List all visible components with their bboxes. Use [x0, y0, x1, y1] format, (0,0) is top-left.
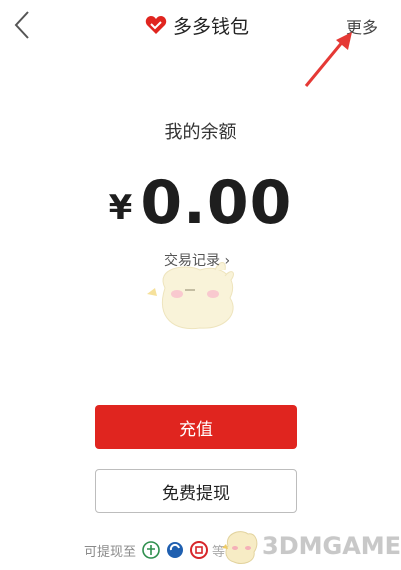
- transaction-records-link[interactable]: 交易记录 ›: [164, 250, 230, 270]
- site-watermark: 3DMGAME: [222, 526, 401, 566]
- balance-amount-display: ¥ 0.00: [0, 168, 401, 238]
- balance-amount: 0.00: [140, 168, 293, 238]
- recharge-button[interactable]: 充值: [95, 405, 297, 449]
- icbc-bank-icon: [190, 541, 209, 559]
- free-withdraw-button[interactable]: 免费提现: [95, 469, 297, 513]
- balance-label: 我的余额: [164, 122, 237, 143]
- watermark-mascot-icon: [222, 531, 258, 565]
- withdraw-to-label: 可提现至: [84, 544, 137, 560]
- chevron-left-icon: [14, 11, 29, 39]
- back-button[interactable]: [8, 8, 40, 42]
- watermark-text: 3DMGAME: [262, 532, 401, 560]
- red-heart-icon: [145, 16, 167, 34]
- page-title: 多多钱包: [173, 15, 250, 38]
- withdraw-destination-info: 可提现至 等2: [84, 538, 233, 562]
- wallet-title: 多多钱包: [145, 12, 249, 38]
- ccb-bank-icon: [167, 542, 184, 558]
- annotation-arrow-icon: [304, 32, 352, 87]
- currency-symbol: ¥: [108, 188, 133, 228]
- abc-bank-icon: [142, 541, 160, 559]
